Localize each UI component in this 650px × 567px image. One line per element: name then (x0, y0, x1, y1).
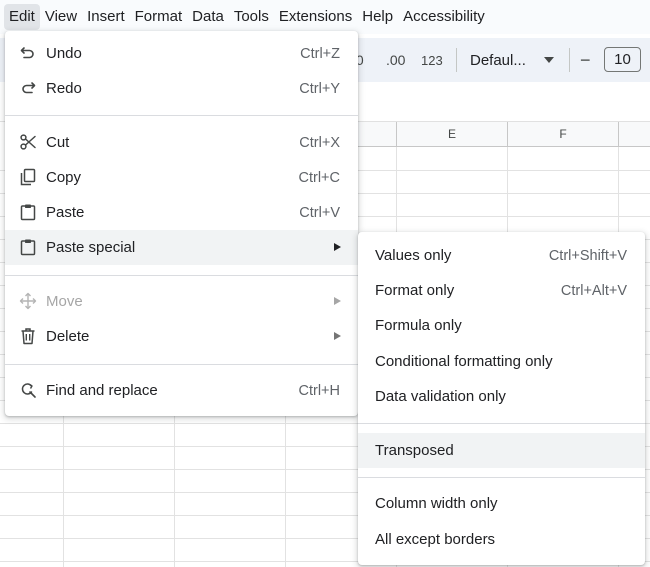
clipboard-icon (20, 239, 36, 256)
menu-edit[interactable]: Edit (4, 4, 40, 30)
menu-item-paste[interactable]: Paste Ctrl+V (5, 195, 358, 230)
trash-icon (21, 328, 35, 345)
menu-accessibility[interactable]: Accessibility (398, 4, 490, 30)
menu-item-undo[interactable]: Undo Ctrl+Z (5, 36, 358, 71)
menu-bar: Edit View Insert Format Data Tools Exten… (0, 0, 650, 34)
toolbar-divider (569, 48, 570, 72)
shortcut-label: Ctrl+C (298, 169, 341, 186)
menu-item-cut[interactable]: Cut Ctrl+X (5, 125, 358, 160)
caret-down-icon (544, 57, 554, 63)
shortcut-label: Ctrl+H (298, 382, 341, 399)
menu-view[interactable]: View (40, 4, 82, 30)
find-replace-icon (21, 383, 36, 398)
decrease-font-size-button[interactable]: − (580, 38, 591, 82)
menu-item-redo[interactable]: Redo Ctrl+Y (5, 71, 358, 106)
move-arrows-icon (19, 292, 37, 310)
menu-item-label: Data validation only (375, 388, 506, 405)
menu-divider (5, 115, 358, 116)
menu-item-label: Delete (46, 328, 90, 345)
menu-data[interactable]: Data (187, 4, 229, 30)
shortcut-label: Ctrl+X (299, 134, 340, 151)
shortcut-label: Ctrl+Y (299, 80, 340, 97)
menu-item-label: Undo (46, 45, 82, 62)
column-header-g[interactable] (619, 122, 650, 147)
menu-item-label: Formula only (375, 317, 462, 334)
menu-item-label: Column width only (375, 495, 498, 512)
menu-item-label: Paste (46, 204, 85, 221)
menu-item-data-validation-only[interactable]: Data validation only (358, 379, 645, 414)
toolbar-divider (456, 48, 457, 72)
menu-item-label: Format only (375, 282, 455, 299)
number-format-button[interactable]: 123 (421, 38, 443, 82)
scissors-icon (20, 134, 36, 150)
redo-icon (22, 82, 36, 94)
menu-divider (5, 364, 358, 365)
menu-item-label: Redo (46, 80, 82, 97)
shortcut-label: Ctrl+Alt+V (560, 282, 627, 299)
font-size-input[interactable]: 10 (604, 47, 641, 72)
shortcut-label: Ctrl+V (299, 204, 340, 221)
menu-item-label: Paste special (46, 239, 136, 256)
column-header-f[interactable]: F (508, 122, 619, 147)
undo-icon (20, 47, 34, 59)
menu-divider (358, 423, 645, 424)
font-select[interactable]: Defaul... (470, 38, 558, 82)
shortcut-label: Ctrl+Z (300, 45, 340, 62)
menu-item-find-replace[interactable]: Find and replace Ctrl+H (5, 373, 358, 408)
menu-item-label: Conditional formatting only (375, 353, 553, 370)
menu-help[interactable]: Help (357, 4, 398, 30)
increase-decimal-button[interactable]: .00 (386, 38, 405, 82)
menu-item-label: Cut (46, 134, 70, 151)
menu-item-conditional-formatting-only[interactable]: Conditional formatting only (358, 344, 645, 379)
menu-item-formula-only[interactable]: Formula only (358, 308, 645, 343)
font-select-value: Defaul... (470, 51, 526, 69)
menu-item-values-only[interactable]: Values only Ctrl+Shift+V (358, 238, 645, 273)
menu-tools[interactable]: Tools (229, 4, 274, 30)
menu-item-move[interactable]: Move (5, 284, 358, 319)
menu-item-delete[interactable]: Delete (5, 319, 358, 354)
submenu-arrow-icon (334, 332, 341, 340)
copy-icon (20, 168, 36, 186)
menu-item-column-width-only[interactable]: Column width only (358, 486, 645, 521)
menu-item-copy[interactable]: Copy Ctrl+C (5, 160, 358, 195)
shortcut-label: Ctrl+Shift+V (548, 247, 627, 264)
menu-item-label: Find and replace (46, 382, 158, 399)
menu-item-label: Transposed (375, 442, 454, 459)
menu-item-format-only[interactable]: Format only Ctrl+Alt+V (358, 273, 645, 308)
paste-special-submenu: Values only Ctrl+Shift+V Format only Ctr… (358, 232, 645, 565)
menu-extensions[interactable]: Extensions (274, 4, 357, 30)
menu-item-all-except-borders[interactable]: All except borders (358, 522, 645, 557)
clipboard-icon (20, 204, 36, 221)
menu-item-label: Values only (375, 247, 452, 264)
edit-menu: Undo Ctrl+Z Redo Ctrl+Y Cut Ctrl+X Copy … (5, 31, 358, 416)
menu-item-label: All except borders (375, 531, 496, 548)
menu-item-transposed[interactable]: Transposed (358, 433, 645, 468)
menu-format[interactable]: Format (130, 4, 188, 30)
menu-divider (358, 477, 645, 478)
menu-item-paste-special[interactable]: Paste special (5, 230, 358, 265)
menu-item-label: Move (46, 293, 83, 310)
menu-item-label: Copy (46, 169, 82, 186)
menu-divider (5, 275, 358, 276)
submenu-arrow-icon (334, 297, 341, 305)
menu-insert[interactable]: Insert (82, 4, 130, 30)
column-header-e[interactable]: E (397, 122, 508, 147)
submenu-arrow-icon (334, 243, 341, 251)
